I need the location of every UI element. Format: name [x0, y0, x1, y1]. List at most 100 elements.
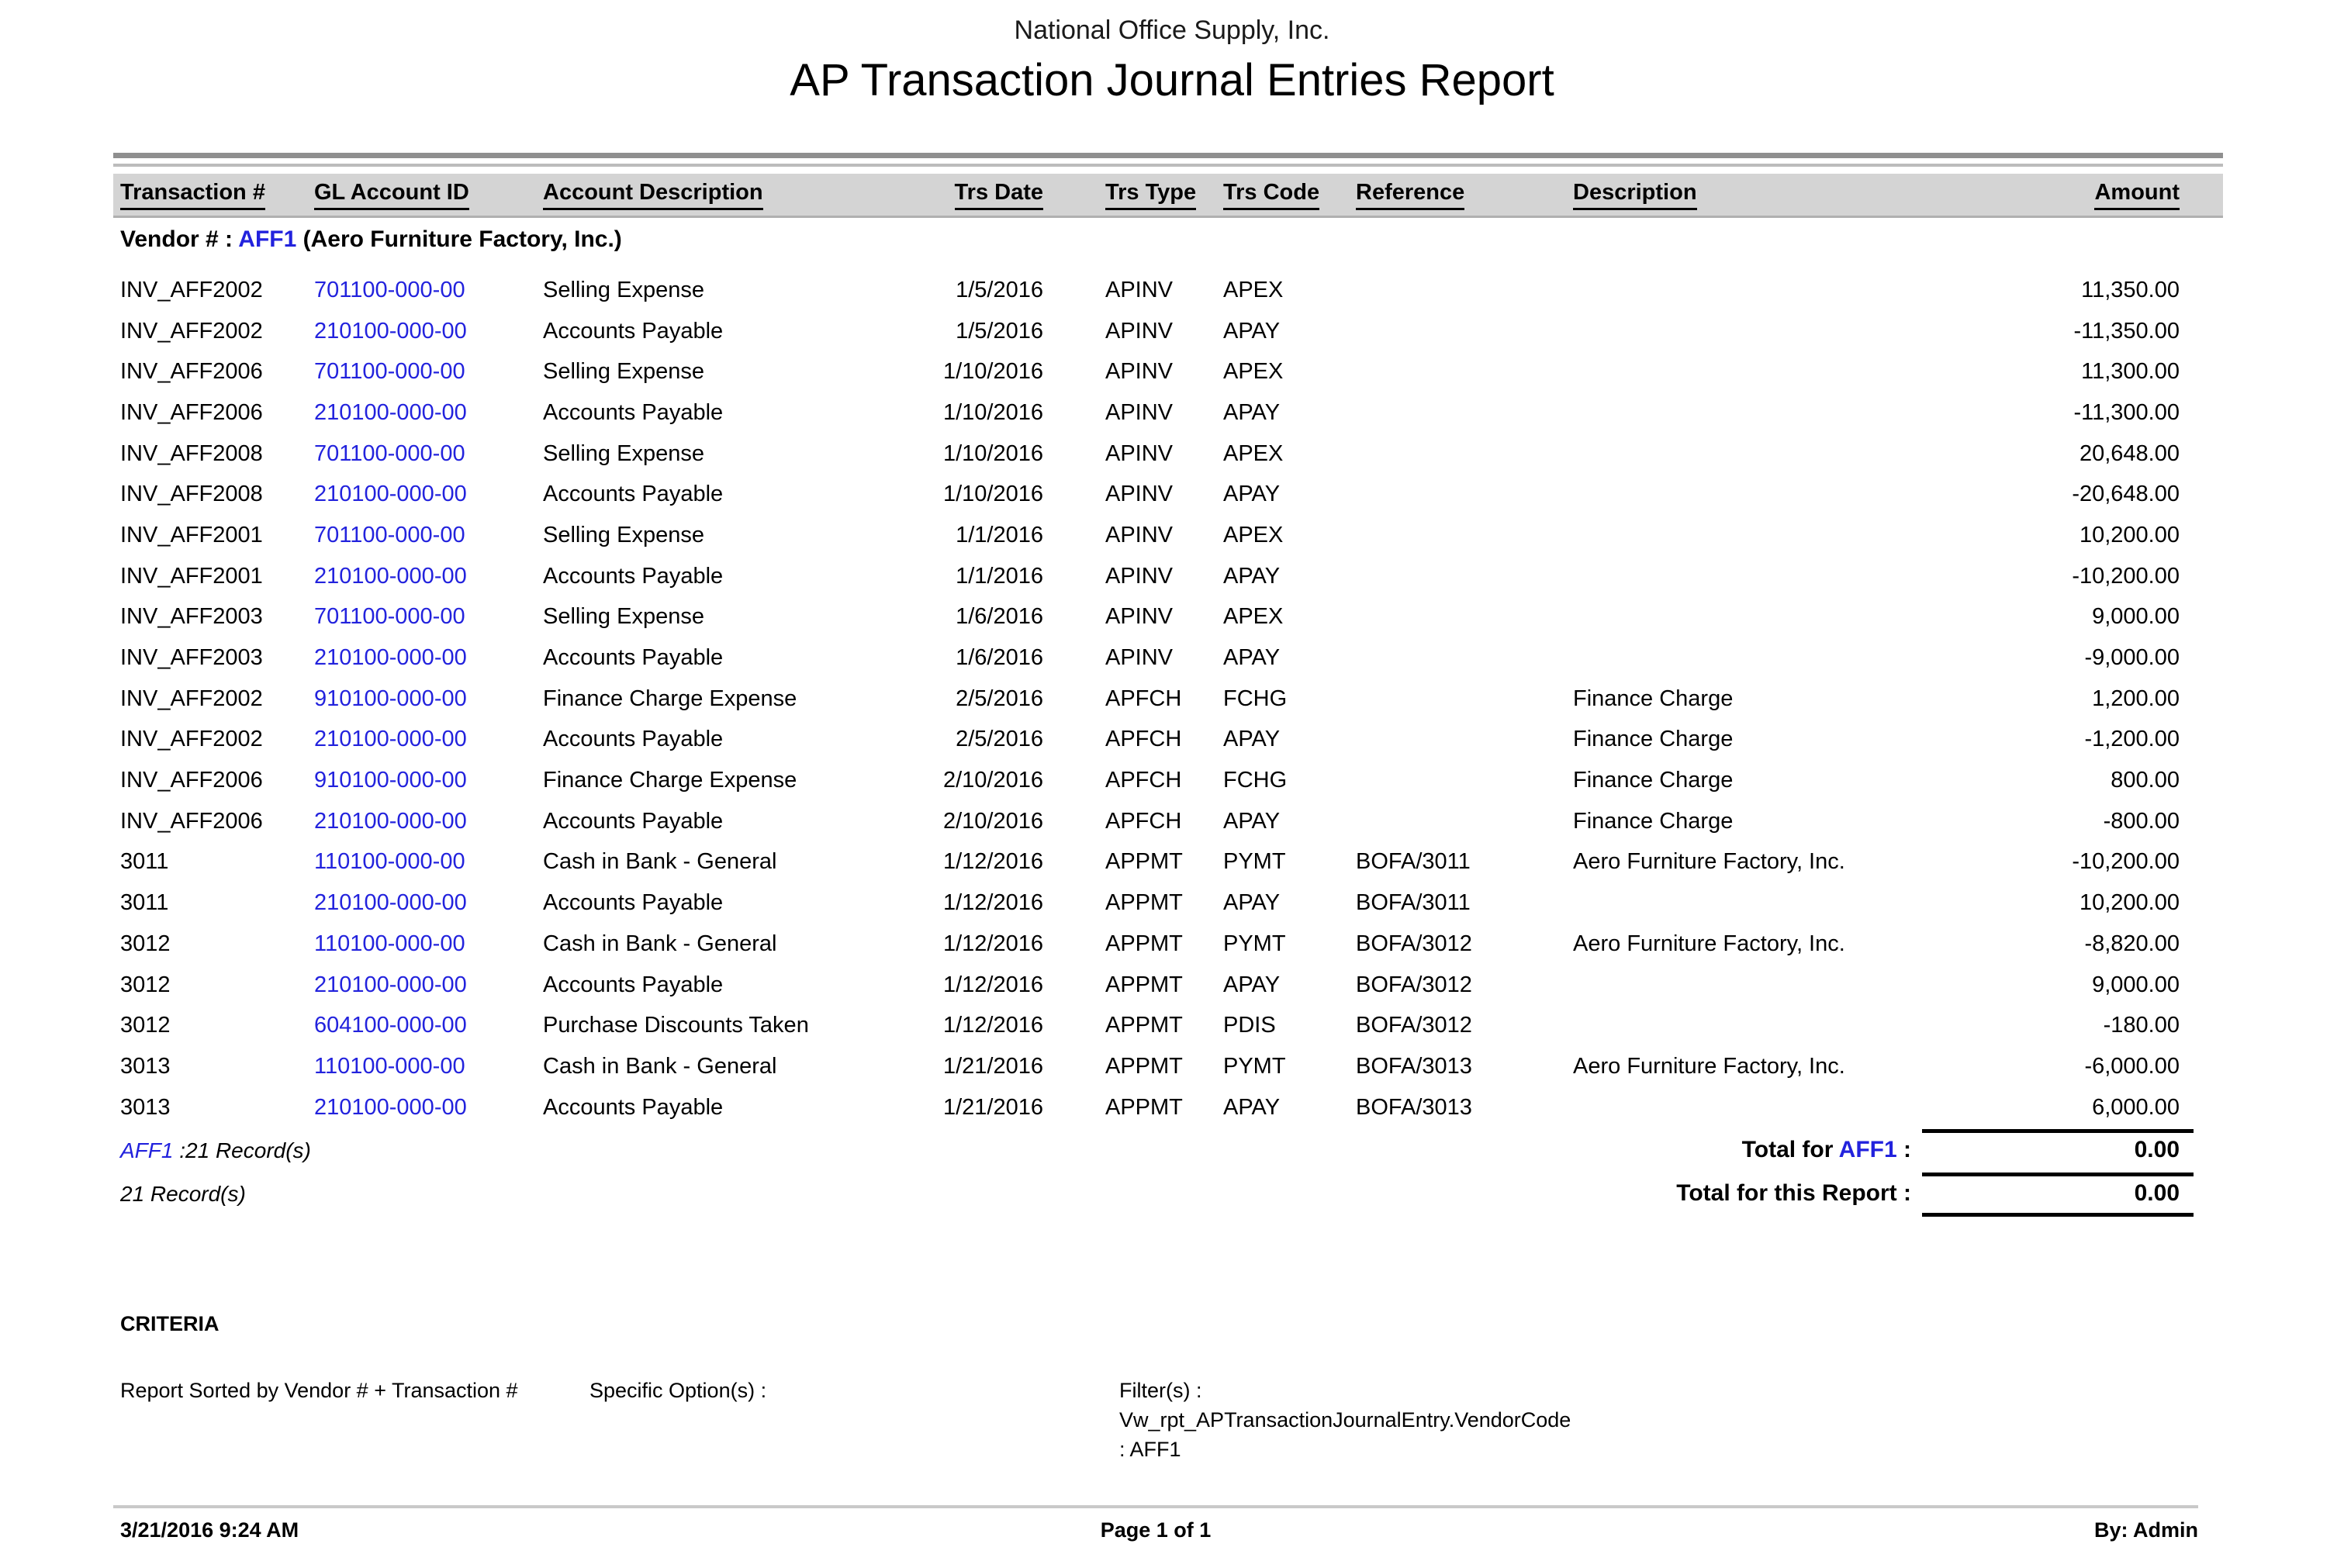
- cell-gl-account-link[interactable]: 701100-000-00: [314, 523, 543, 548]
- cell-gl-account-link[interactable]: 701100-000-00: [314, 278, 543, 303]
- cell-trs-date: 1/6/2016: [904, 604, 1043, 630]
- table-row: 3011 210100-000-00 Accounts Payable 1/12…: [113, 882, 2223, 924]
- cell-account-description: Cash in Bank - General: [543, 931, 904, 957]
- cell-trs-date: 2/5/2016: [904, 686, 1043, 712]
- table-row: INV_AFF2002 701100-000-00 Selling Expens…: [113, 270, 2223, 311]
- cell-description: Aero Furniture Factory, Inc.: [1573, 849, 1907, 875]
- cell-reference: BOFA/3011: [1356, 849, 1573, 875]
- cell-trs-date: 1/12/2016: [904, 1013, 1043, 1038]
- cell-gl-account-link[interactable]: 210100-000-00: [314, 564, 543, 589]
- cell-account-description: Accounts Payable: [543, 400, 904, 426]
- cell-trs-date: 1/10/2016: [904, 400, 1043, 426]
- cell-trs-type: APPMT: [1043, 972, 1223, 998]
- table-row: INV_AFF2006 701100-000-00 Selling Expens…: [113, 351, 2223, 392]
- cell-account-description: Purchase Discounts Taken: [543, 1013, 904, 1038]
- cell-transaction: 3013: [113, 1095, 314, 1121]
- cell-trs-date: 2/10/2016: [904, 768, 1043, 793]
- cell-gl-account-link[interactable]: 210100-000-00: [314, 890, 543, 916]
- cell-transaction: INV_AFF2002: [113, 319, 314, 344]
- cell-gl-account-link[interactable]: 210100-000-00: [314, 645, 543, 671]
- cell-transaction: INV_AFF2008: [113, 482, 314, 507]
- cell-description: Finance Charge: [1573, 686, 1907, 712]
- cell-transaction: INV_AFF2006: [113, 768, 314, 793]
- cell-amount: -8,820.00: [1907, 931, 2180, 957]
- cell-trs-type: APINV: [1043, 359, 1223, 385]
- cell-trs-date: 1/21/2016: [904, 1054, 1043, 1079]
- cell-account-description: Accounts Payable: [543, 727, 904, 752]
- report-page: National Office Supply, Inc. AP Transact…: [0, 0, 2344, 1568]
- header-description: Description: [1573, 180, 1907, 210]
- cell-gl-account-link[interactable]: 110100-000-00: [314, 849, 543, 875]
- cell-trs-date: 1/12/2016: [904, 890, 1043, 916]
- cell-trs-type: APINV: [1043, 523, 1223, 548]
- cell-transaction: INV_AFF2006: [113, 400, 314, 426]
- cell-reference: BOFA/3011: [1356, 890, 1573, 916]
- cell-gl-account-link[interactable]: 110100-000-00: [314, 931, 543, 957]
- cell-trs-code: APAY: [1223, 727, 1356, 752]
- cell-gl-account-link[interactable]: 210100-000-00: [314, 727, 543, 752]
- table-row: INV_AFF2006 910100-000-00 Finance Charge…: [113, 760, 2223, 801]
- cell-trs-type: APFCH: [1043, 809, 1223, 834]
- cell-trs-type: APFCH: [1043, 727, 1223, 752]
- cell-gl-account-link[interactable]: 110100-000-00: [314, 1054, 543, 1079]
- vendor-code-link[interactable]: AFF1: [120, 1138, 173, 1162]
- cell-transaction: INV_AFF2008: [113, 441, 314, 467]
- cell-trs-code: FCHG: [1223, 686, 1356, 712]
- cell-gl-account-link[interactable]: 210100-000-00: [314, 319, 543, 344]
- cell-gl-account-link[interactable]: 210100-000-00: [314, 809, 543, 834]
- cell-description: Aero Furniture Factory, Inc.: [1573, 1054, 1907, 1079]
- cell-amount: 11,300.00: [1907, 359, 2180, 385]
- vendor-code-link[interactable]: AFF1: [238, 226, 296, 252]
- cell-trs-code: APAY: [1223, 400, 1356, 426]
- cell-account-description: Accounts Payable: [543, 482, 904, 507]
- cell-amount: -10,200.00: [1907, 849, 2180, 875]
- cell-transaction: INV_AFF2003: [113, 645, 314, 671]
- cell-trs-type: APFCH: [1043, 686, 1223, 712]
- report-total-rule-top: [1922, 1173, 2194, 1176]
- cell-reference: BOFA/3012: [1356, 972, 1573, 998]
- cell-reference: BOFA/3012: [1356, 931, 1573, 957]
- table-row: INV_AFF2006 210100-000-00 Accounts Payab…: [113, 392, 2223, 433]
- cell-gl-account-link[interactable]: 210100-000-00: [314, 482, 543, 507]
- table-row: 3012 110100-000-00 Cash in Bank - Genera…: [113, 924, 2223, 965]
- report-total-value: 0.00: [2135, 1180, 2180, 1207]
- cell-description: Finance Charge: [1573, 727, 1907, 752]
- table-row: INV_AFF2001 701100-000-00 Selling Expens…: [113, 515, 2223, 556]
- cell-transaction: 3012: [113, 972, 314, 998]
- vendor-code-link[interactable]: AFF1: [1839, 1137, 1897, 1162]
- cell-account-description: Accounts Payable: [543, 809, 904, 834]
- cell-trs-date: 1/10/2016: [904, 482, 1043, 507]
- table-row: INV_AFF2001 210100-000-00 Accounts Payab…: [113, 556, 2223, 597]
- cell-gl-account-link[interactable]: 210100-000-00: [314, 1095, 543, 1121]
- criteria-filters-label: Filter(s) :: [1119, 1379, 1201, 1403]
- cell-gl-account-link[interactable]: 701100-000-00: [314, 604, 543, 630]
- cell-trs-date: 2/10/2016: [904, 809, 1043, 834]
- cell-amount: -9,000.00: [1907, 645, 2180, 671]
- cell-amount: 9,000.00: [1907, 972, 2180, 998]
- table-row: 3012 210100-000-00 Accounts Payable 1/12…: [113, 965, 2223, 1006]
- table-body: INV_AFF2002 701100-000-00 Selling Expens…: [113, 270, 2223, 1128]
- cell-trs-date: 1/12/2016: [904, 972, 1043, 998]
- cell-trs-code: APAY: [1223, 809, 1356, 834]
- cell-gl-account-link[interactable]: 604100-000-00: [314, 1013, 543, 1038]
- cell-amount: -11,350.00: [1907, 319, 2180, 344]
- cell-gl-account-link[interactable]: 701100-000-00: [314, 359, 543, 385]
- cell-trs-code: APAY: [1223, 645, 1356, 671]
- cell-gl-account-link[interactable]: 910100-000-00: [314, 768, 543, 793]
- cell-trs-code: APAY: [1223, 482, 1356, 507]
- cell-gl-account-link[interactable]: 210100-000-00: [314, 400, 543, 426]
- cell-account-description: Selling Expense: [543, 604, 904, 630]
- cell-trs-type: APINV: [1043, 564, 1223, 589]
- cell-gl-account-link[interactable]: 910100-000-00: [314, 686, 543, 712]
- cell-amount: 20,648.00: [1907, 441, 2180, 467]
- vendor-label: Vendor # :: [120, 226, 233, 252]
- cell-trs-date: 1/12/2016: [904, 849, 1043, 875]
- report-title: AP Transaction Journal Entries Report: [0, 54, 2344, 106]
- cell-trs-code: PDIS: [1223, 1013, 1356, 1038]
- title-divider-thick: [113, 153, 2223, 158]
- table-row: 3011 110100-000-00 Cash in Bank - Genera…: [113, 842, 2223, 883]
- cell-amount: 800.00: [1907, 768, 2180, 793]
- cell-gl-account-link[interactable]: 210100-000-00: [314, 972, 543, 998]
- criteria-filter-value: : AFF1: [1119, 1438, 1181, 1462]
- cell-gl-account-link[interactable]: 701100-000-00: [314, 441, 543, 467]
